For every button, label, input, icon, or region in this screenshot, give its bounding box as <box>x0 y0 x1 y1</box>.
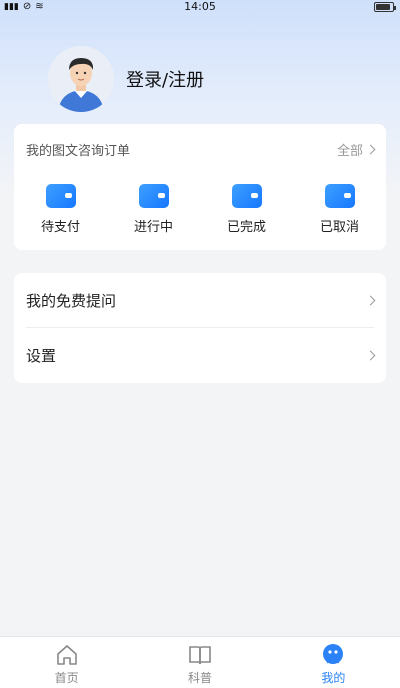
orders-title: 我的图文咨询订单 <box>26 143 131 159</box>
orders-all-label: 全部 <box>336 143 363 159</box>
avatar-illustration <box>48 46 114 112</box>
bottom-tab-bar: 首页 科普 我的 <box>0 636 400 688</box>
home-icon <box>56 645 77 665</box>
order-status-pending-payment[interactable]: 待支付 <box>14 184 107 235</box>
order-status-label: 进行中 <box>133 220 173 235</box>
tab-label: 我的 <box>321 671 346 685</box>
order-status-label: 已完成 <box>226 220 266 235</box>
order-status-label: 待支付 <box>40 220 80 235</box>
menu-item-label: 设置 <box>26 347 57 365</box>
orders-card: 我的图文咨询订单 全部 待支付 进行中 已完成 已取消 <box>14 124 386 250</box>
menu-item-settings[interactable]: 设置 <box>26 328 376 383</box>
avatar[interactable] <box>48 46 114 112</box>
orders-header: 我的图文咨询订单 全部 <box>26 140 376 159</box>
order-status-label: 已取消 <box>319 220 359 235</box>
status-time: 14:05 <box>184 0 216 13</box>
menu-card: 我的免费提问 设置 <box>14 273 386 383</box>
battery-level <box>376 4 390 10</box>
book-icon <box>189 646 211 665</box>
orders-status-grid: 待支付 进行中 已完成 已取消 <box>14 184 386 235</box>
status-bar: ▮▮▮ ⊘ ≋ 14:05 <box>0 0 400 14</box>
status-right <box>374 2 396 12</box>
battery-icon <box>374 2 396 12</box>
wallet-icon <box>45 184 76 208</box>
wallet-icon <box>138 184 169 208</box>
menu-item-free-questions[interactable]: 我的免费提问 <box>26 273 376 328</box>
login-register-link[interactable]: 登录/注册 <box>126 66 204 92</box>
menu-item-label: 我的免费提问 <box>26 291 117 310</box>
tab-home[interactable]: 首页 <box>0 637 133 688</box>
order-status-completed[interactable]: 已完成 <box>200 184 293 235</box>
tab-label: 首页 <box>54 671 79 685</box>
tab-label: 科普 <box>187 671 212 685</box>
tab-science[interactable]: 科普 <box>133 637 266 688</box>
chevron-right-icon <box>365 350 376 361</box>
profile-section[interactable]: 登录/注册 <box>48 46 204 112</box>
profile-icon <box>323 644 344 664</box>
tab-profile[interactable]: 我的 <box>267 637 400 688</box>
orders-all-link[interactable]: 全部 <box>336 140 376 159</box>
wallet-icon <box>231 184 262 208</box>
chevron-right-icon <box>365 295 376 305</box>
chevron-right-icon <box>365 144 376 154</box>
wallet-icon <box>324 184 355 208</box>
order-status-in-progress[interactable]: 进行中 <box>107 184 200 235</box>
order-status-cancelled[interactable]: 已取消 <box>293 184 386 235</box>
